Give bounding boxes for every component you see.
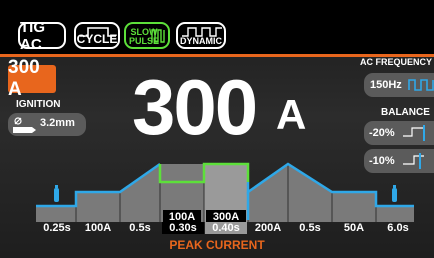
balance-label: BALANCE bbox=[381, 107, 430, 118]
gas-bottle-icon-end bbox=[392, 185, 397, 202]
main-current-unit: A bbox=[276, 91, 307, 138]
segment-value-5[interactable]: 0.40s bbox=[205, 222, 247, 234]
gas-bottle-icon bbox=[54, 185, 59, 202]
segment-value-7[interactable]: 0.5s bbox=[288, 222, 332, 234]
tig-ac-label: TIG AC bbox=[20, 18, 45, 53]
segment-value-9[interactable]: 6.0s bbox=[378, 222, 418, 234]
ac-frequency-value: 150Hz bbox=[370, 79, 402, 91]
ac-frequency-field[interactable]: 150Hz bbox=[364, 73, 434, 97]
dynamic-button[interactable]: DYNAMIC bbox=[176, 22, 226, 49]
segment-value-6[interactable]: 200A bbox=[248, 222, 288, 234]
tig-ac-button[interactable]: TIG AC bbox=[18, 19, 66, 53]
square-wave-icon bbox=[408, 79, 434, 91]
welder-display: TIG AC CYCLE SLOW PULSE DYNAMIC 300 A IG… bbox=[0, 0, 434, 258]
ignition-label: IGNITION bbox=[16, 99, 61, 110]
ignition-value: 3.2mm bbox=[40, 117, 75, 129]
segment-values-row: 0.25s 100A 0.5s 0.30s 0.40s 200A 0.5s 50… bbox=[0, 222, 434, 236]
main-current-value: 300 bbox=[132, 63, 258, 151]
balance-value-1: -20% bbox=[369, 127, 395, 139]
balance-wave-icon bbox=[403, 125, 425, 141]
ignition-field[interactable]: 3.2mm bbox=[8, 113, 86, 136]
peak-current-caption: PEAK CURRENT bbox=[169, 238, 265, 252]
dynamic-label: DYNAMIC bbox=[180, 36, 222, 46]
segment-value-1[interactable]: 0.25s bbox=[38, 222, 76, 234]
pulse-wave-icon bbox=[151, 29, 165, 43]
ac-frequency-label: AC FREQUENCY bbox=[360, 57, 433, 67]
cycle-label: CYCLE bbox=[76, 32, 118, 46]
set-current-badge[interactable]: 300 A bbox=[8, 57, 56, 100]
segment-value-2[interactable]: 100A bbox=[78, 222, 118, 234]
electrode-icon bbox=[13, 117, 36, 133]
segment-value-3[interactable]: 0.5s bbox=[120, 222, 160, 234]
segment-value-4[interactable]: 0.30s bbox=[162, 222, 204, 234]
segment-value-8[interactable]: 50A bbox=[332, 222, 376, 234]
slow-pulse-button[interactable]: SLOW PULSE bbox=[124, 22, 170, 49]
cycle-button[interactable]: CYCLE bbox=[74, 22, 120, 49]
balance-field-1[interactable]: -20% bbox=[364, 121, 434, 145]
